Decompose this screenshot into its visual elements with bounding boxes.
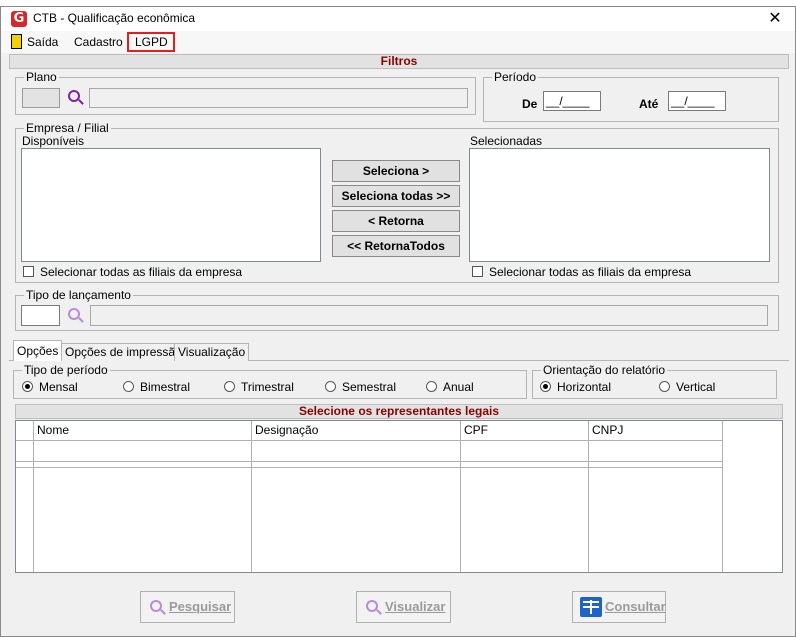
radio-mensal-label: Mensal — [39, 380, 78, 394]
radio-mensal[interactable] — [22, 381, 33, 392]
radio-vertical[interactable] — [659, 381, 670, 392]
tipo-lancamento-label: Tipo de lançamento — [26, 288, 131, 302]
tipo-periodo-label: Tipo de período — [24, 363, 108, 377]
tipo-lancamento-search-icon[interactable] — [68, 308, 80, 320]
pesquisar-label: Pesquisar — [169, 599, 232, 614]
app-logo-icon: G — [11, 11, 27, 27]
grid-header-cnpj[interactable]: CNPJ — [589, 421, 723, 441]
selecionadas-label: Selecionadas — [470, 134, 543, 148]
menu-cadastro[interactable]: Cadastro — [74, 35, 123, 49]
seleciona-todas-button[interactable]: Seleciona todas >> — [332, 185, 460, 207]
tab-opcoes[interactable]: Opções — [13, 340, 63, 361]
retorna-button[interactable]: < Retorna — [332, 210, 460, 232]
grid-row-line — [16, 461, 723, 462]
periodo-de-label: De — [522, 97, 538, 111]
filters-title: Filtros — [9, 54, 789, 69]
plano-label: Plano — [26, 70, 57, 84]
visualizar-button[interactable]: Visualizar — [356, 591, 451, 623]
periodo-ate-label: Até — [639, 97, 659, 111]
disponiveis-list[interactable] — [21, 148, 321, 262]
select-all-branches-left-checkbox[interactable] — [23, 266, 34, 277]
menu-bar: Saída Cadastro LGPD — [1, 31, 795, 53]
periodo-ate-input[interactable]: __/____ — [668, 91, 726, 111]
select-all-branches-left-label: Selecionar todas as filiais da empresa — [40, 265, 243, 279]
radio-trimestral-label: Trimestral — [241, 380, 294, 394]
radio-semestral-label: Semestral — [342, 380, 397, 394]
plano-search-icon[interactable] — [68, 90, 80, 102]
exit-door-icon — [11, 34, 22, 49]
tipo-lancamento-code-input[interactable] — [21, 305, 60, 326]
retorna-todos-button[interactable]: << RetornaTodos — [332, 235, 460, 257]
select-all-branches-right-label: Selecionar todas as filiais da empresa — [489, 265, 692, 279]
title-bar: G CTB - Qualificação econômica ✕ — [1, 7, 795, 31]
radio-horizontal[interactable] — [540, 381, 551, 392]
radio-semestral[interactable] — [325, 381, 336, 392]
visualizar-label: Visualizar — [385, 599, 446, 614]
consultar-label: Consultar — [605, 599, 666, 614]
radio-anual-label: Anual — [443, 380, 474, 394]
empresa-label: Empresa / Filial — [26, 121, 109, 135]
radio-vertical-label: Vertical — [676, 380, 716, 394]
tab-opcoes-impressao[interactable]: Opções de impressão — [61, 343, 186, 361]
pesquisar-button[interactable]: Pesquisar — [140, 591, 235, 623]
selecionadas-list[interactable] — [469, 148, 770, 262]
plano-code-input[interactable] — [22, 88, 60, 108]
radio-bimestral-label: Bimestral — [140, 380, 191, 394]
periodo-label: Período — [494, 70, 537, 84]
close-icon[interactable]: ✕ — [765, 9, 785, 29]
radio-horizontal-label: Horizontal — [557, 380, 612, 394]
seleciona-button[interactable]: Seleciona > — [332, 160, 460, 182]
grid-header-designacao[interactable]: Designação — [252, 421, 461, 441]
representantes-title: Selecione os representantes legais — [15, 404, 783, 419]
periodo-de-input[interactable]: __/____ — [543, 91, 601, 111]
consultar-button[interactable]: Consultar — [572, 591, 666, 623]
radio-anual[interactable] — [426, 381, 437, 392]
tipo-lancamento-description-field — [90, 305, 768, 326]
radio-bimestral[interactable] — [123, 381, 134, 392]
disponiveis-label: Disponíveis — [22, 134, 85, 148]
consultar-grid-icon — [580, 597, 602, 617]
grid-header-cpf[interactable]: CPF — [461, 421, 589, 441]
pesquisar-search-icon — [150, 600, 162, 612]
select-all-branches-right-checkbox[interactable] — [472, 266, 483, 277]
plano-description-field — [89, 88, 468, 108]
radio-trimestral[interactable] — [224, 381, 235, 392]
menu-lgpd[interactable]: LGPD — [135, 35, 168, 49]
menu-saida[interactable]: Saída — [27, 35, 58, 49]
tab-visualizacao[interactable]: Visualização — [174, 343, 250, 361]
periodo-group: Período — [483, 70, 779, 122]
grid-header-nome[interactable]: Nome — [34, 421, 252, 441]
grid-row-line — [16, 467, 723, 468]
orientacao-label: Orientação do relatório — [543, 363, 666, 377]
visualizar-search-icon — [366, 600, 378, 612]
main-window: G CTB - Qualificação econômica ✕ Saída C… — [0, 6, 796, 637]
window-title: CTB - Qualificação econômica — [33, 11, 196, 25]
grid-indicator-header — [16, 421, 34, 441]
representantes-grid[interactable]: Nome Designação CPF CNPJ — [15, 420, 783, 573]
